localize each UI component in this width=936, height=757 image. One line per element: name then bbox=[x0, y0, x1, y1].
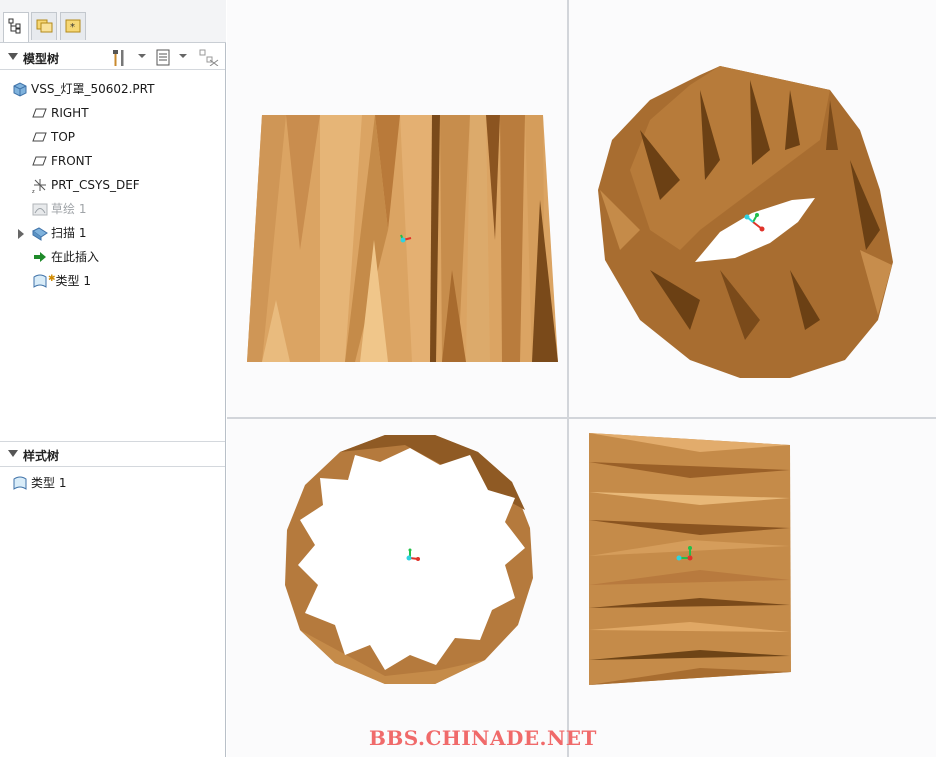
svg-text:z: z bbox=[32, 189, 35, 193]
model-tree-header[interactable]: 模型树 bbox=[0, 45, 225, 70]
model-tree-title: 模型树 bbox=[23, 52, 60, 66]
navigator-panel: * 模型树 VSS_灯罩_50602.PRT RIGHT TOP FRONT z… bbox=[0, 0, 226, 757]
tree-item-label: FRONT bbox=[51, 154, 92, 168]
datum-plane-icon bbox=[32, 132, 47, 142]
tree-item-label: PRT_CSYS_DEF bbox=[51, 178, 140, 192]
collapse-triangle-icon[interactable] bbox=[8, 450, 18, 457]
tree-item-label: 类型 1 bbox=[31, 476, 67, 490]
top-view[interactable] bbox=[280, 428, 545, 693]
style-icon bbox=[33, 274, 47, 288]
part-icon bbox=[13, 82, 27, 97]
tree-item-label: 扫描 1 bbox=[51, 226, 87, 240]
style-icon bbox=[13, 476, 27, 490]
collapse-triangle-icon[interactable] bbox=[8, 53, 18, 60]
tab-favorites[interactable]: * bbox=[60, 12, 86, 40]
tree-item-label: VSS_灯罩_50602.PRT bbox=[31, 82, 155, 96]
tab-folder-browser[interactable] bbox=[31, 12, 57, 40]
tree-item-label: 在此插入 bbox=[51, 250, 100, 264]
datum-plane-icon bbox=[32, 156, 47, 166]
isometric-view[interactable] bbox=[590, 60, 900, 385]
front-view[interactable] bbox=[240, 105, 570, 375]
model-tree-tab-icon bbox=[8, 18, 21, 34]
sweep-icon bbox=[32, 227, 48, 241]
navigator-tabbar: * bbox=[0, 0, 226, 43]
svg-text:*: * bbox=[70, 22, 75, 33]
style-tree-title: 样式树 bbox=[23, 449, 60, 463]
tree-item-label: RIGHT bbox=[51, 106, 89, 120]
tree-item-label: ✱类型 1 bbox=[48, 274, 91, 288]
side-view[interactable] bbox=[585, 428, 800, 693]
settings-tools-icon[interactable] bbox=[110, 48, 130, 66]
tree-item-label: 草绘 1 bbox=[51, 202, 87, 216]
tree-item-label: TOP bbox=[51, 130, 76, 144]
show-dropdown-chevron-icon[interactable] bbox=[179, 54, 187, 58]
sketch-icon bbox=[32, 203, 48, 216]
expand-arrow-icon[interactable] bbox=[18, 229, 24, 239]
folder-browser-tab-icon bbox=[36, 19, 53, 33]
tab-model-tree[interactable] bbox=[3, 12, 29, 42]
settings-dropdown-chevron-icon[interactable] bbox=[138, 54, 146, 58]
favorites-tab-icon: * bbox=[65, 19, 81, 33]
insert-here-arrow-icon bbox=[34, 252, 46, 262]
asterisk-marker-icon: ✱ bbox=[48, 274, 56, 284]
show-columns-icon[interactable] bbox=[155, 48, 173, 66]
style-tree-header[interactable]: 样式树 bbox=[0, 441, 225, 467]
filter-tree-icon[interactable] bbox=[198, 48, 220, 66]
viewport-horizontal-divider[interactable] bbox=[227, 417, 936, 419]
csys-icon: z bbox=[32, 179, 46, 193]
watermark: BBS.CHINADE.NET bbox=[369, 726, 597, 750]
datum-plane-icon bbox=[32, 108, 47, 118]
